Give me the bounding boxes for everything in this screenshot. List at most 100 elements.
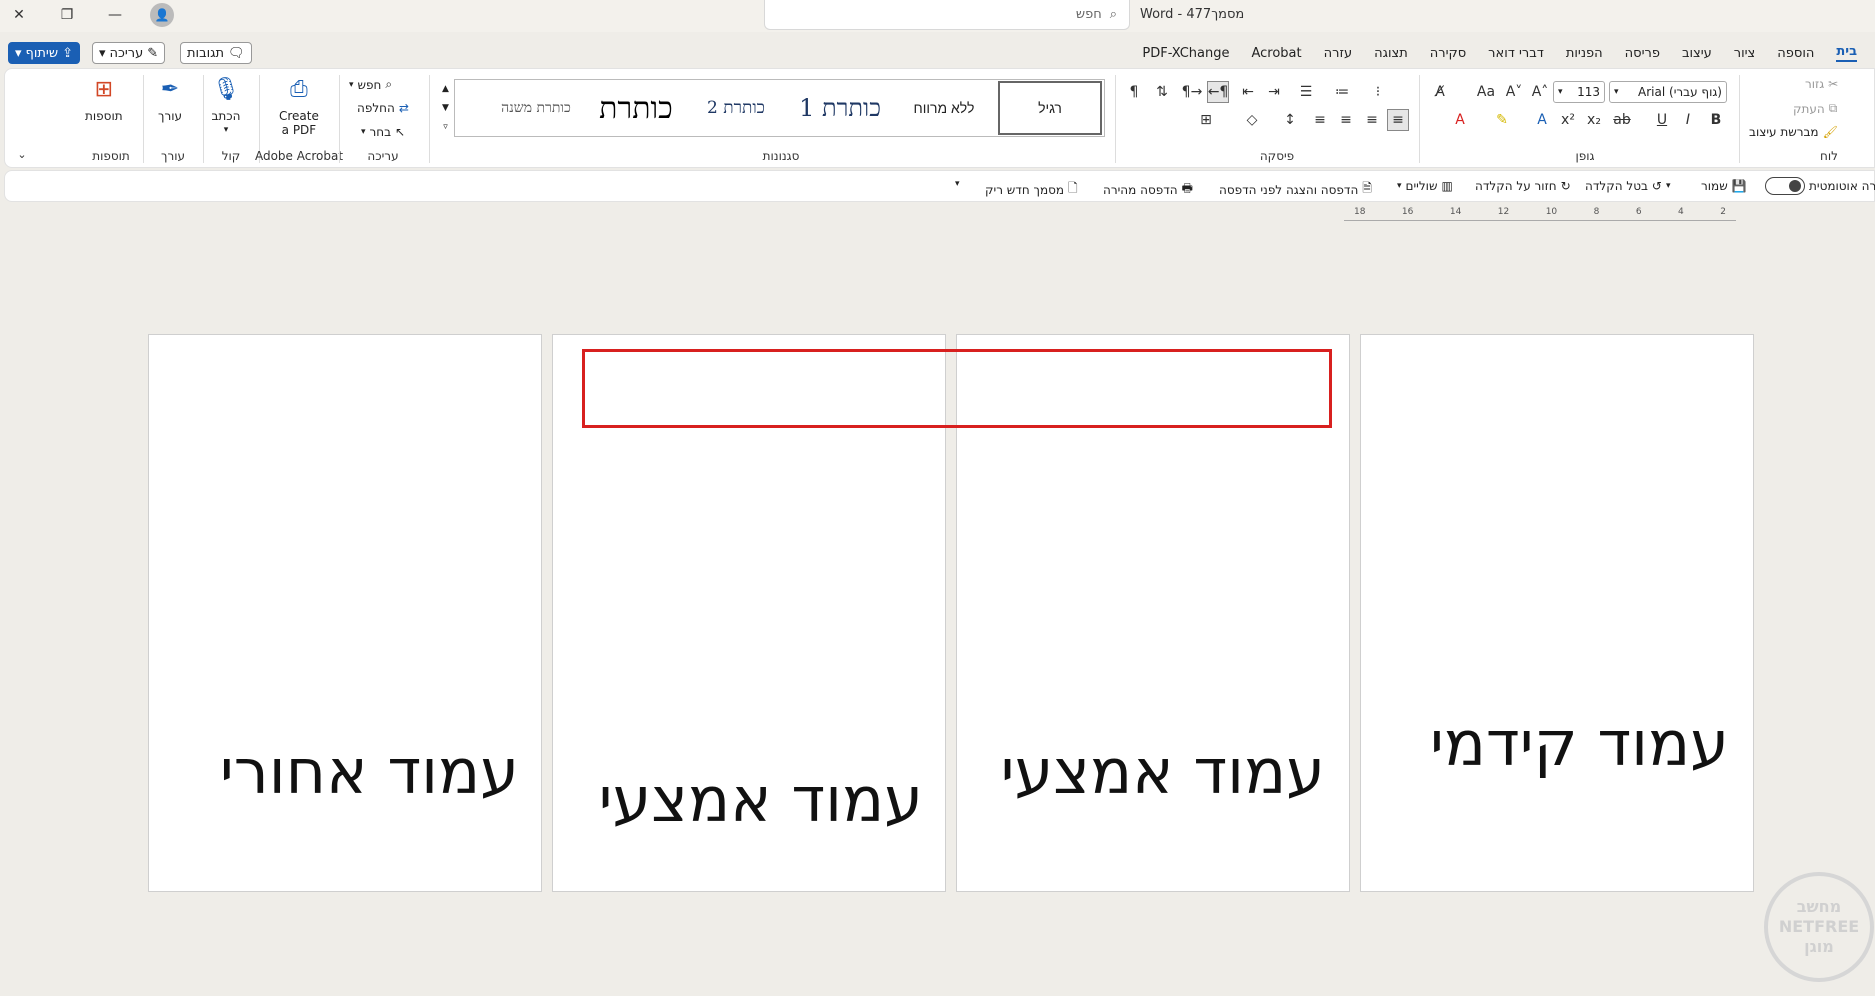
chevron-down-icon[interactable]: ▼ [442,103,449,113]
multilevel-list-icon[interactable]: ☰ [1295,81,1317,103]
grow-font-icon[interactable]: A˄ [1529,81,1551,103]
tab-references[interactable]: הפניות [1566,46,1603,61]
toggle-switch[interactable] [1765,177,1805,195]
new-document-icon: 🗋 [1068,181,1078,195]
bullet-list-icon[interactable]: ⁝ [1367,81,1389,103]
sort-icon[interactable]: ⇅ [1151,81,1173,103]
shrink-font-icon[interactable]: A˅ [1503,81,1525,103]
dictate-button[interactable]: 🎙 הכתב ▾ [211,75,241,137]
redo-icon: ↻ [1560,179,1571,193]
align-left-icon[interactable]: ≡ [1335,109,1357,131]
tab-layout[interactable]: פריסה [1625,46,1660,61]
tab-mailings[interactable]: דברי דואר [1488,46,1544,61]
new-document-button[interactable]: 🗋 מסמך חדש ריק [985,179,1078,200]
increase-indent-icon[interactable]: ⇤ [1237,81,1259,103]
align-right-icon[interactable]: ≡ [1387,109,1409,131]
select-button[interactable]: ↖ בחר ▾ [361,125,405,139]
select-label: בחר [369,125,392,139]
style-title[interactable]: כותרת [588,81,684,135]
more-icon[interactable]: ▿ [443,122,448,132]
minimize-icon[interactable]: — [100,2,130,28]
font-name-select[interactable]: (גוף עברי) Arial ▾ [1609,81,1727,103]
divider [429,75,430,163]
underline-icon[interactable]: U [1651,109,1673,131]
align-center-icon[interactable]: ≡ [1361,109,1383,131]
gallery-scroll[interactable]: ▲ ▼ ▿ [437,79,455,137]
justify-icon[interactable]: ≡ [1309,109,1331,131]
redo-button[interactable]: ↻ חזור על הקלדה [1475,179,1571,193]
highlight-icon[interactable]: ✎ [1491,109,1513,131]
pdf-icon: ⎙ [290,77,308,102]
style-heading-2[interactable]: כותרת 2 [684,81,788,135]
decrease-indent-icon[interactable]: ⇥ [1263,81,1285,103]
superscript-icon[interactable]: x² [1557,109,1579,131]
undo-button[interactable]: ▾ ↺ בטל הקלדה [1585,179,1671,193]
share-button[interactable]: ⇪ שיתוף ▾ [8,42,80,64]
italic-icon[interactable]: I [1677,109,1699,131]
document-title: Word - 477מסמך [1140,7,1245,22]
chevron-up-icon[interactable]: ▲ [442,84,449,94]
change-case-icon[interactable]: Aa [1475,81,1497,103]
print-preview-button[interactable]: 🗎 הדפסה והצגה לפני הדפסה [1219,179,1372,200]
restore-icon[interactable]: ❐ [52,2,82,28]
format-painter-label: מברשת עיצוב [1749,125,1819,139]
tab-view[interactable]: תצוגה [1374,46,1408,61]
search-input[interactable]: ⌕ חפש [764,0,1130,30]
text-effects-icon[interactable]: A [1531,109,1553,131]
save-button[interactable]: 💾 שמור [1701,179,1747,193]
tab-pdf-xchange[interactable]: PDF-XChange [1142,46,1229,61]
copy-button[interactable]: ⧉ העתק [1793,101,1837,116]
style-heading-1[interactable]: כותרת 1 [788,81,892,135]
numbered-list-icon[interactable]: ≔ [1331,81,1353,103]
style-normal[interactable]: רגיל [998,81,1102,135]
rtl-icon[interactable]: ←¶ [1207,81,1229,103]
document-page[interactable]: עמוד קידמי [1360,334,1754,892]
replace-button[interactable]: ⇄ החלפה [357,101,409,115]
addins-label: תוספות [85,109,123,123]
subscript-icon[interactable]: x₂ [1583,109,1605,131]
line-spacing-icon[interactable]: ↕ [1279,109,1301,131]
horizontal-ruler[interactable]: 18 16 14 12 10 8 6 4 2 [1344,207,1736,221]
comments-button[interactable]: 🗨 תגובות [180,42,252,64]
autosave-toggle[interactable]: שמירה אוטומטית [1765,177,1875,195]
tab-draw[interactable]: ציור [1734,46,1756,61]
pilcrow-icon[interactable]: ¶ [1123,81,1145,103]
font-color-icon[interactable]: A [1449,109,1471,131]
font-name-value: (גוף עברי) Arial [1638,85,1722,99]
share-label: שיתוף [25,45,59,61]
tab-help[interactable]: עזרה [1324,46,1352,61]
tab-review[interactable]: סקירה [1430,46,1466,61]
quick-print-button[interactable]: 🖶 הדפסה מהירה [1103,179,1193,200]
tab-insert[interactable]: הוספה [1777,46,1814,61]
style-subtitle[interactable]: כותרת משנה [484,81,588,135]
create-pdf-button[interactable]: ⎙ Create a PDF [279,75,319,138]
margins-button[interactable]: ▥ שוליים ▾ [1397,179,1453,193]
tab-design[interactable]: עיצוב [1682,46,1712,61]
document-page[interactable]: עמוד אחורי [148,334,542,892]
editor-button[interactable]: ✒ עורך [155,75,185,124]
edit-mode-button[interactable]: ✎ עריכה ▾ [92,42,166,64]
qat-customize[interactable]: ▾ [955,179,960,189]
shading-icon[interactable]: ◇ [1241,109,1263,131]
pencil-icon: ✎ [147,45,159,61]
format-painter-button[interactable]: 🖌 מברשת עיצוב [1749,125,1838,139]
editor-pen-icon: ✒ [160,77,180,102]
close-icon[interactable]: ✕ [4,2,34,28]
addins-button[interactable]: ⊞ תוספות [85,75,123,124]
tab-acrobat[interactable]: Acrobat [1251,46,1301,61]
tab-home[interactable]: בית [1836,44,1857,62]
strikethrough-icon[interactable]: ab [1611,109,1633,131]
clear-formatting-icon[interactable]: A̸ [1429,81,1451,103]
font-size-value: 113 [1577,85,1600,99]
avatar[interactable]: 👤 [150,3,174,27]
bold-icon[interactable]: B [1705,109,1727,131]
font-size-select[interactable]: 113 ▾ [1553,81,1605,103]
undo-label: בטל הקלדה [1585,179,1648,193]
cut-button[interactable]: ✂ גזור [1805,77,1838,91]
style-no-spacing[interactable]: ללא מרווח [892,81,996,135]
create-pdf-label-1: Create [279,109,319,123]
find-button[interactable]: ⌕ חפש ▾ [349,77,392,92]
borders-icon[interactable]: ⊞ [1195,109,1217,131]
collapse-ribbon-icon[interactable]: ⌄ [11,143,33,165]
ltr-icon[interactable]: ¶→ [1181,81,1203,103]
